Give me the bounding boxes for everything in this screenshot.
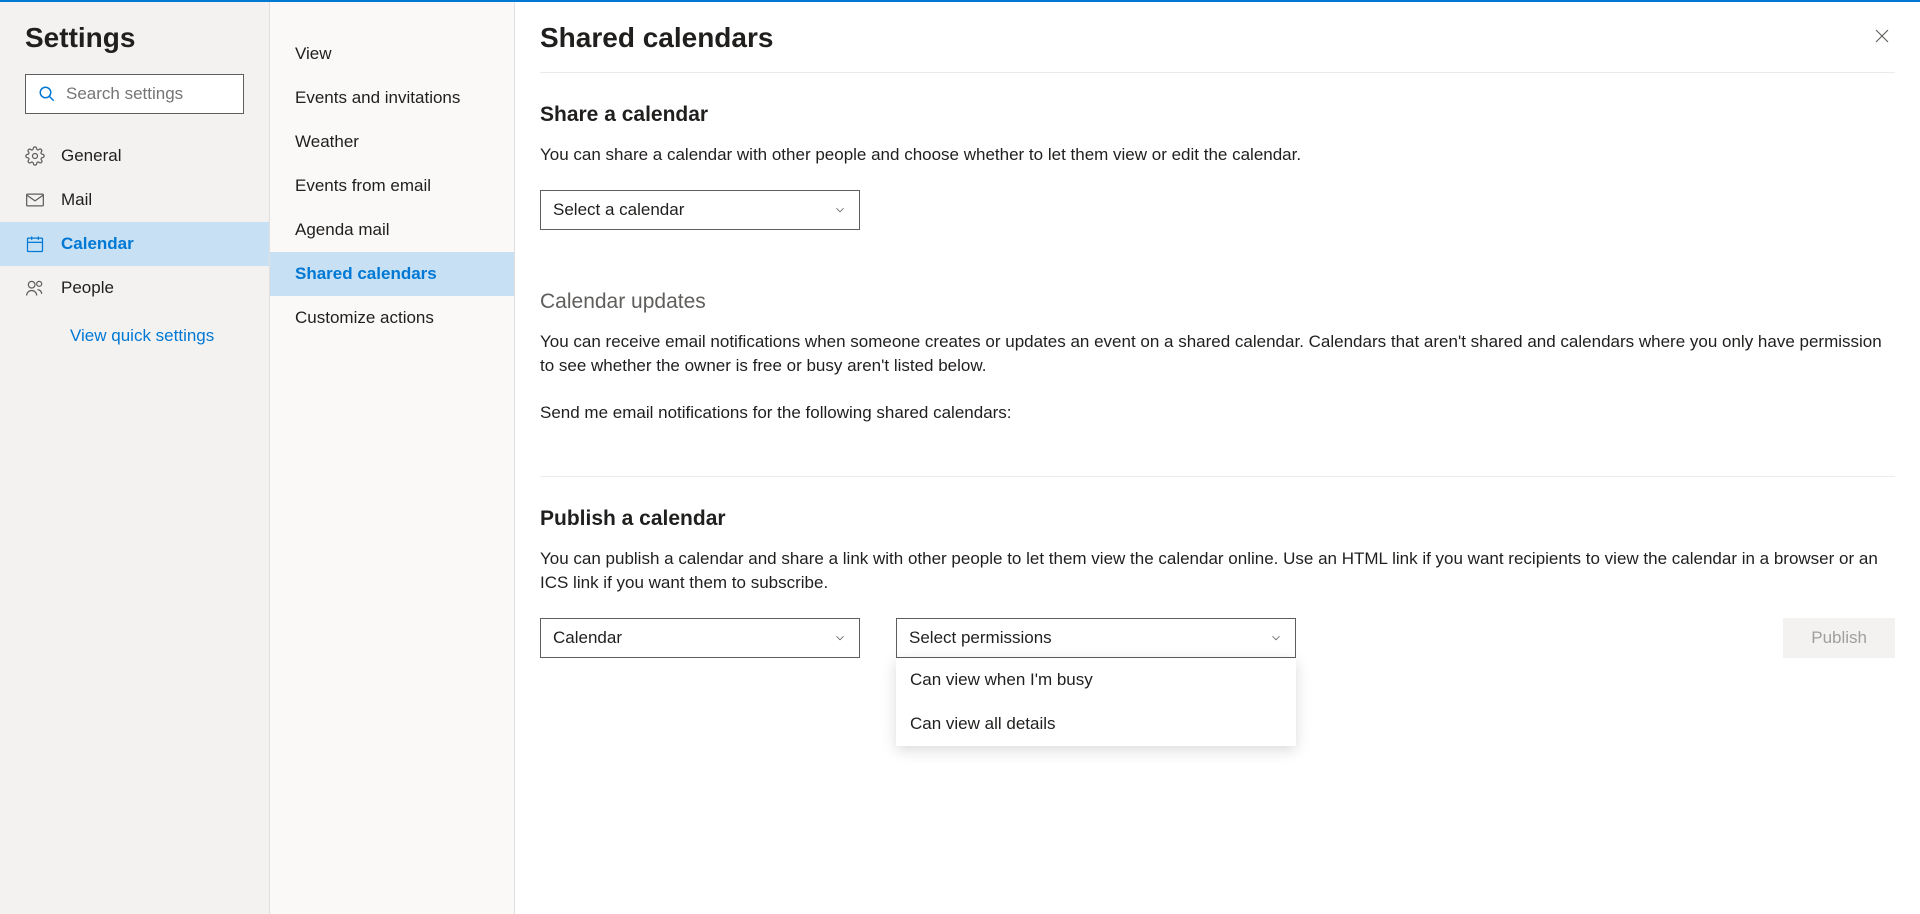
calendar-updates-sublabel: Send me email notifications for the foll… bbox=[540, 401, 1895, 426]
nav-people-label: People bbox=[61, 278, 114, 298]
main-panel: Shared calendars Share a calendar You ca… bbox=[515, 2, 1920, 914]
publish-calendar-value: Calendar bbox=[553, 628, 622, 648]
nav-people[interactable]: People bbox=[0, 266, 269, 310]
chevron-down-icon bbox=[1269, 631, 1283, 645]
nav-general[interactable]: General bbox=[0, 134, 269, 178]
publish-calendar-description: You can publish a calendar and share a l… bbox=[540, 547, 1895, 596]
subnav-weather[interactable]: Weather bbox=[270, 120, 514, 164]
close-icon bbox=[1873, 27, 1891, 45]
page-title: Shared calendars bbox=[540, 22, 773, 54]
calendar-updates-description: You can receive email notifications when… bbox=[540, 330, 1895, 379]
subnav-shared-calendars[interactable]: Shared calendars bbox=[270, 252, 514, 296]
calendar-icon bbox=[25, 234, 45, 254]
subnav-agenda-mail[interactable]: Agenda mail bbox=[270, 208, 514, 252]
publish-calendar-section: Publish a calendar You can publish a cal… bbox=[540, 477, 1895, 658]
permission-option-busy[interactable]: Can view when I'm busy bbox=[896, 658, 1296, 702]
nav-mail-label: Mail bbox=[61, 190, 92, 210]
settings-title: Settings bbox=[0, 22, 269, 74]
subnav-events-invitations[interactable]: Events and invitations bbox=[270, 76, 514, 120]
nav-general-label: General bbox=[61, 146, 121, 166]
share-calendar-section: Share a calendar You can share a calenda… bbox=[540, 73, 1895, 230]
nav-mail[interactable]: Mail bbox=[0, 178, 269, 222]
mail-icon bbox=[25, 190, 45, 210]
subnav-events-from-email[interactable]: Events from email bbox=[270, 164, 514, 208]
chevron-down-icon bbox=[833, 631, 847, 645]
calendar-updates-heading: Calendar updates bbox=[540, 290, 1895, 314]
settings-sidebar: Settings General Mail Calendar People bbox=[0, 2, 270, 914]
share-calendar-heading: Share a calendar bbox=[540, 103, 1895, 127]
subsettings-sidebar: View Events and invitations Weather Even… bbox=[270, 2, 515, 914]
subnav-view[interactable]: View bbox=[270, 32, 514, 76]
select-calendar-value: Select a calendar bbox=[553, 200, 684, 220]
view-quick-settings-link[interactable]: View quick settings bbox=[0, 310, 269, 356]
chevron-down-icon bbox=[833, 203, 847, 217]
publish-calendar-heading: Publish a calendar bbox=[540, 507, 1895, 531]
close-button[interactable] bbox=[1869, 23, 1895, 54]
people-icon bbox=[25, 278, 45, 298]
permission-dropdown-value: Select permissions bbox=[909, 628, 1052, 648]
calendar-updates-section: Calendar updates You can receive email n… bbox=[540, 230, 1895, 426]
permission-option-details[interactable]: Can view all details bbox=[896, 702, 1296, 746]
publish-calendar-dropdown[interactable]: Calendar bbox=[540, 618, 860, 658]
share-calendar-description: You can share a calendar with other peop… bbox=[540, 143, 1895, 168]
nav-calendar[interactable]: Calendar bbox=[0, 222, 269, 266]
subnav-customize-actions[interactable]: Customize actions bbox=[270, 296, 514, 340]
gear-icon bbox=[25, 146, 45, 166]
select-calendar-dropdown[interactable]: Select a calendar bbox=[540, 190, 860, 230]
search-icon bbox=[38, 85, 56, 103]
publish-button[interactable]: Publish bbox=[1783, 618, 1895, 658]
search-input[interactable] bbox=[66, 84, 231, 104]
nav-calendar-label: Calendar bbox=[61, 234, 134, 254]
permission-dropdown[interactable]: Select permissions bbox=[896, 618, 1296, 658]
search-settings-box[interactable] bbox=[25, 74, 244, 114]
permission-dropdown-menu: Can view when I'm busy Can view all deta… bbox=[896, 658, 1296, 746]
